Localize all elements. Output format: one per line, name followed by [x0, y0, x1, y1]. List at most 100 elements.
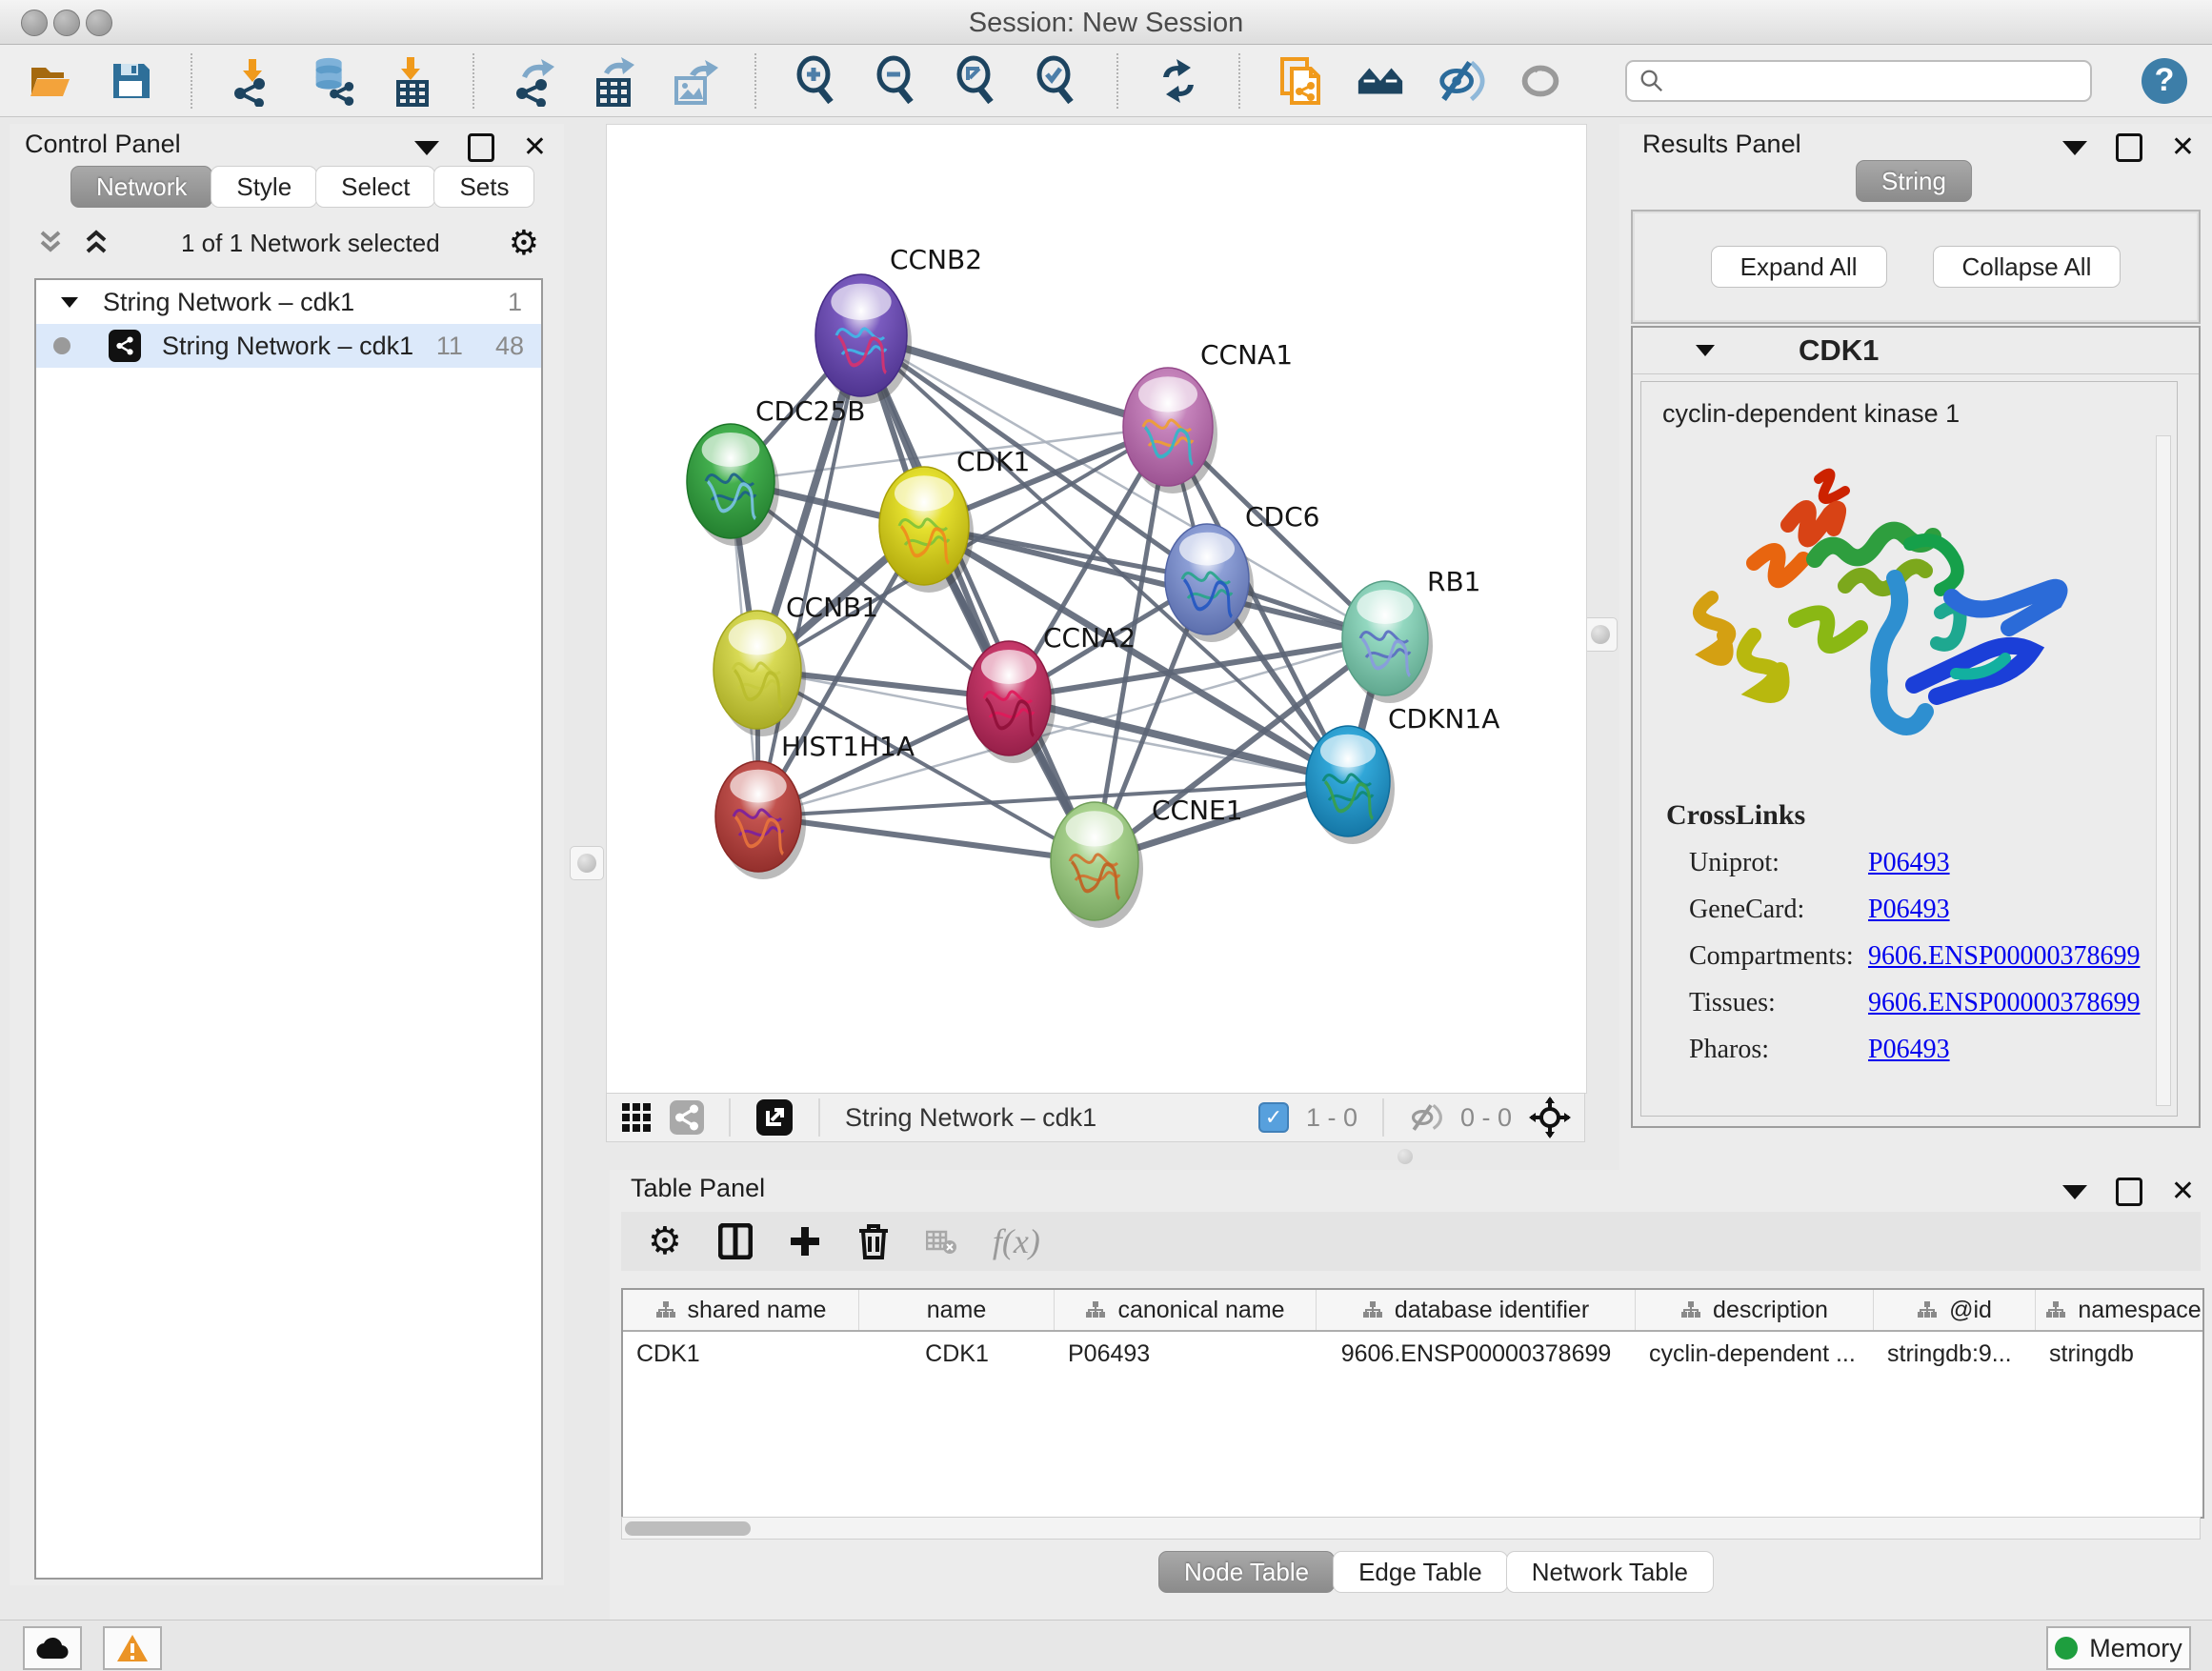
export-network-icon[interactable] [509, 55, 560, 107]
network-collection-row[interactable]: String Network – cdk1 1 [36, 280, 541, 324]
network-node-CDKN1A[interactable]: CDKN1A [1306, 703, 1499, 844]
clone-network-icon[interactable] [1275, 55, 1326, 107]
entry-collapse-icon[interactable] [1694, 341, 1717, 360]
hide-selected-icon[interactable] [1435, 55, 1486, 107]
table-horizontal-scrollbar[interactable] [621, 1517, 2201, 1540]
float-panel-icon[interactable] [2116, 133, 2142, 162]
tab-style[interactable]: Style [211, 166, 317, 208]
import-network-icon[interactable] [227, 55, 278, 107]
tab-string[interactable]: String [1856, 160, 1972, 202]
crosslink-link[interactable]: P06493 [1868, 1035, 1950, 1065]
memory-button[interactable]: Memory [2046, 1626, 2191, 1670]
network-row[interactable]: String Network – cdk1 11 48 [36, 324, 541, 368]
table-cell[interactable]: stringdb [2036, 1340, 2204, 1368]
collapse-all-icon[interactable] [34, 229, 67, 257]
tab-edge-table[interactable]: Edge Table [1333, 1551, 1508, 1593]
network-node-CCNA2[interactable]: CCNA2 [967, 622, 1136, 763]
help-icon[interactable]: ? [2142, 58, 2187, 104]
tab-node-table[interactable]: Node Table [1158, 1551, 1335, 1593]
float-panel-icon[interactable] [468, 133, 494, 162]
search-icon [1639, 67, 1665, 95]
zoom-in-icon[interactable] [791, 55, 842, 107]
table-cell[interactable]: CDK1 [859, 1340, 1055, 1368]
right-panel-drag-handle[interactable] [1583, 617, 1618, 652]
collapse-panel-icon[interactable] [2062, 1185, 2087, 1199]
create-column-icon[interactable] [789, 1225, 821, 1258]
table-options-gear-icon[interactable]: ⚙ [648, 1222, 682, 1260]
export-table-icon[interactable] [589, 55, 640, 107]
zoom-out-icon[interactable] [871, 55, 922, 107]
network-node-CCNA1[interactable]: CCNA1 [1123, 339, 1293, 493]
show-columns-icon[interactable] [718, 1223, 753, 1259]
export-image-icon[interactable] [669, 55, 720, 107]
results-scrollbar[interactable] [2156, 435, 2171, 1106]
network-canvas[interactable]: CCNB2CCNA1CDC25BCDK1CDC6RB1CCNB1CCNA2CDK… [606, 124, 1587, 1094]
first-neighbors-icon[interactable] [1355, 55, 1406, 107]
delete-column-icon[interactable] [857, 1223, 890, 1259]
tree-expand-icon[interactable] [59, 293, 80, 311]
table-cell[interactable]: cyclin-dependent ... [1636, 1340, 1874, 1368]
network-options-gear-icon[interactable]: ⚙ [509, 226, 539, 260]
expand-all-button[interactable]: Expand All [1711, 246, 1887, 288]
birds-eye-view-icon[interactable] [620, 1101, 653, 1134]
table-cell[interactable]: CDK1 [623, 1340, 859, 1368]
crosslink-link[interactable]: 9606.ENSP00000378699 [1868, 988, 2140, 1018]
tab-network[interactable]: Network [70, 166, 212, 208]
close-panel-icon[interactable]: ✕ [2171, 133, 2195, 162]
left-panel-drag-handle[interactable] [570, 846, 604, 880]
selected-nodes-checkbox-icon[interactable]: ✓ [1258, 1102, 1289, 1133]
crosslink-link[interactable]: 9606.ENSP00000378699 [1868, 941, 2140, 972]
entry-gene-name: CDK1 [1799, 333, 1879, 368]
tab-sets[interactable]: Sets [433, 166, 534, 208]
network-edge[interactable] [758, 816, 1095, 861]
column-header--id[interactable]: @id [1874, 1290, 2036, 1330]
network-node-HIST1H1A[interactable]: HIST1H1A [715, 731, 915, 879]
collapse-panel-icon[interactable] [414, 141, 439, 155]
network-node-RB1[interactable]: RB1 [1342, 566, 1480, 703]
open-in-window-icon[interactable] [755, 1098, 794, 1137]
table-cell[interactable]: 9606.ENSP00000378699 [1317, 1340, 1636, 1368]
column-header-canonical-name[interactable]: canonical name [1055, 1290, 1317, 1330]
collapse-all-button[interactable]: Collapse All [1933, 246, 2122, 288]
network-node-CDC25B[interactable]: CDC25B [687, 395, 866, 546]
network-overview-icon[interactable] [670, 1100, 704, 1135]
import-table-icon[interactable] [387, 55, 438, 107]
column-header-name[interactable]: name [859, 1290, 1055, 1330]
column-header-database-identifier[interactable]: database identifier [1317, 1290, 1636, 1330]
show-all-icon[interactable] [1515, 55, 1566, 107]
scrollbar-thumb[interactable] [625, 1521, 751, 1536]
column-header-shared-name[interactable]: shared name [623, 1290, 859, 1330]
float-panel-icon[interactable] [2116, 1178, 2142, 1206]
save-session-icon[interactable] [105, 55, 156, 107]
column-header-description[interactable]: description [1636, 1290, 1874, 1330]
cloud-button[interactable] [23, 1626, 82, 1670]
tab-network-table[interactable]: Network Table [1506, 1551, 1714, 1593]
tab-select[interactable]: Select [315, 166, 435, 208]
collapse-panel-icon[interactable] [2062, 141, 2087, 155]
warnings-button[interactable] [103, 1626, 162, 1670]
network-node-CCNE1[interactable]: CCNE1 [1051, 795, 1243, 928]
search-input[interactable] [1665, 66, 2079, 95]
network-node-CDC6[interactable]: CDC6 [1165, 501, 1319, 642]
close-panel-icon[interactable]: ✕ [2171, 1178, 2195, 1206]
network-node-CCNB2[interactable]: CCNB2 [815, 244, 982, 404]
network-node-CCNB1[interactable]: CCNB1 [714, 592, 878, 736]
bottom-panel-drag-handle[interactable] [1398, 1149, 1413, 1164]
toolbar-separator [473, 53, 474, 109]
pan-crosshair-icon[interactable] [1529, 1097, 1571, 1138]
expand-all-icon[interactable] [80, 229, 112, 257]
close-panel-icon[interactable]: ✕ [523, 133, 547, 162]
network-edge[interactable] [861, 335, 1095, 861]
zoom-selected-icon[interactable] [1031, 55, 1082, 107]
crosslink-link[interactable]: P06493 [1868, 895, 1950, 925]
crosslink-label: Tissues: [1689, 988, 1868, 1018]
column-header-namespace[interactable]: namespace [2036, 1290, 2204, 1330]
open-session-icon[interactable] [25, 55, 76, 107]
table-cell[interactable]: stringdb:9... [1874, 1340, 2036, 1368]
table-row[interactable]: CDK1CDK1P064939606.ENSP00000378699cyclin… [623, 1332, 2202, 1376]
import-database-icon[interactable] [307, 55, 358, 107]
refresh-icon[interactable] [1153, 55, 1204, 107]
crosslink-link[interactable]: P06493 [1868, 848, 1950, 878]
zoom-fit-icon[interactable] [951, 55, 1002, 107]
table-cell[interactable]: P06493 [1055, 1340, 1317, 1368]
